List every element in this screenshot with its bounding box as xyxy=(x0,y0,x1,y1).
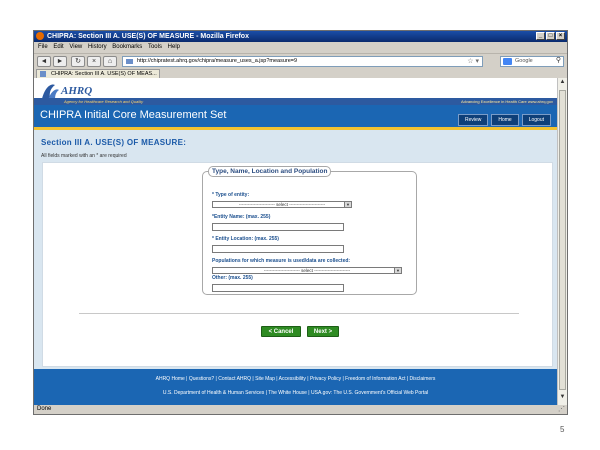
resize-grip-icon[interactable]: ⋰ xyxy=(558,405,565,414)
site-banner: AHRQ Agency for Healthcare Research and … xyxy=(34,78,557,105)
tab-label: CHIPRA: Section III A. USE(S) OF MEAS... xyxy=(51,71,157,77)
entity-location-field[interactable] xyxy=(212,245,344,253)
slide-number: 5 xyxy=(560,425,565,434)
type-of-entity-value: ------------------------ select --------… xyxy=(238,202,326,207)
populations-select[interactable]: ------------------------ select --------… xyxy=(212,267,402,274)
reload-icon[interactable]: ↻ xyxy=(71,56,85,67)
scroll-up-icon[interactable]: ▲ xyxy=(558,79,567,89)
google-icon xyxy=(503,58,512,65)
forward-icon[interactable]: ► xyxy=(53,56,67,67)
chevron-down-icon: ▼ xyxy=(344,202,351,207)
menu-edit[interactable]: Edit xyxy=(53,44,63,50)
search-icon[interactable]: ⚲ xyxy=(556,56,561,65)
window-title: CHIPRA: Section III A. USE(S) OF MEASURE… xyxy=(47,33,249,40)
populations-value: ------------------------ select --------… xyxy=(263,268,351,273)
next-button[interactable]: Next > xyxy=(307,326,339,337)
populations-label: Populations for which measure is used/da… xyxy=(212,258,351,264)
scrollbar-thumb[interactable] xyxy=(559,90,566,390)
browser-tab[interactable]: CHIPRA: Section III A. USE(S) OF MEAS... xyxy=(36,69,160,78)
menu-history[interactable]: History xyxy=(88,44,107,50)
chevron-down-icon: ▼ xyxy=(394,268,401,273)
menu-help[interactable]: Help xyxy=(168,44,180,50)
page-content: AHRQ Agency for Healthcare Research and … xyxy=(34,78,557,405)
page-favicon-icon xyxy=(126,59,133,64)
vertical-scrollbar[interactable]: ▲ ▼ xyxy=(557,78,567,405)
logout-button[interactable]: Logout xyxy=(521,114,551,126)
agency-tagline: Agency for Healthcare Research and Quali… xyxy=(64,99,144,104)
status-bar: Done ⋰ xyxy=(34,405,567,414)
menu-bookmarks[interactable]: Bookmarks xyxy=(112,44,142,50)
cancel-button[interactable]: < Cancel xyxy=(261,326,301,337)
navigation-toolbar: ◄ ► ↻ × ⌂ http://chipratest.ahrq.gov/chi… xyxy=(34,53,567,69)
fieldset-title: Type, Name, Location and Population xyxy=(208,166,332,177)
entity-name-field[interactable] xyxy=(212,223,344,231)
menu-view[interactable]: View xyxy=(69,44,82,50)
minimize-button[interactable]: _ xyxy=(536,32,545,40)
firefox-icon xyxy=(36,32,44,40)
bookmark-star-icon[interactable]: ☆ ▾ xyxy=(467,57,479,66)
tab-bar: CHIPRA: Section III A. USE(S) OF MEAS... xyxy=(34,68,567,78)
menubar: File Edit View History Bookmarks Tools H… xyxy=(34,42,567,53)
form-divider xyxy=(79,313,519,314)
footer-links-row-2[interactable]: U.S. Department of Health & Human Servic… xyxy=(34,390,557,396)
entity-name-label: *Entity Name: (max. 255) xyxy=(212,214,271,220)
app-title: CHIPRA Initial Core Measurement Set xyxy=(40,109,227,121)
review-button[interactable]: Review xyxy=(457,114,489,126)
form-panel: Type, Name, Location and Population * Ty… xyxy=(42,162,553,367)
scroll-down-icon[interactable]: ▼ xyxy=(558,394,567,404)
maximize-button[interactable]: □ xyxy=(546,32,555,40)
status-text: Done xyxy=(37,406,52,412)
home-icon[interactable]: ⌂ xyxy=(103,56,117,67)
entity-location-label: * Entity Location: (max. 255) xyxy=(212,236,279,242)
close-button[interactable]: × xyxy=(556,32,565,40)
banner-strip: Agency for Healthcare Research and Quali… xyxy=(34,98,557,105)
menu-tools[interactable]: Tools xyxy=(148,44,162,50)
stop-icon[interactable]: × xyxy=(87,56,101,67)
agency-slogan: Advancing Excellence in Health Care www.… xyxy=(460,99,553,104)
entity-fieldset: Type, Name, Location and Population * Ty… xyxy=(202,166,417,295)
type-of-entity-select[interactable]: ------------------------ select --------… xyxy=(212,201,352,208)
section-title: Section III A. USE(S) OF MEASURE: xyxy=(41,138,187,147)
type-of-entity-label: * Type of entity: xyxy=(212,192,250,198)
search-box[interactable]: Google ⚲ xyxy=(500,56,564,67)
other-label: Other: (max. 255) xyxy=(212,275,253,281)
search-placeholder: Google xyxy=(515,58,533,64)
menu-file[interactable]: File xyxy=(38,44,48,50)
home-button[interactable]: Home xyxy=(491,114,519,126)
url-text: http://chipratest.ahrq.gov/chipra/measur… xyxy=(137,58,298,64)
required-note: All fields marked with an * are required xyxy=(41,153,127,159)
other-field[interactable] xyxy=(212,284,344,292)
url-bar[interactable]: http://chipratest.ahrq.gov/chipra/measur… xyxy=(122,56,483,67)
svg-text:AHRQ: AHRQ xyxy=(60,85,92,97)
footer-links-row-1[interactable]: AHRQ Home | Questions? | Contact AHRQ | … xyxy=(34,376,557,382)
tab-favicon-icon xyxy=(40,71,46,77)
back-icon[interactable]: ◄ xyxy=(37,56,51,67)
site-footer: AHRQ Home | Questions? | Contact AHRQ | … xyxy=(34,369,557,405)
app-header: CHIPRA Initial Core Measurement Set Revi… xyxy=(34,105,557,130)
window-titlebar: CHIPRA: Section III A. USE(S) OF MEASURE… xyxy=(34,31,567,42)
browser-window: CHIPRA: Section III A. USE(S) OF MEASURE… xyxy=(33,30,568,415)
